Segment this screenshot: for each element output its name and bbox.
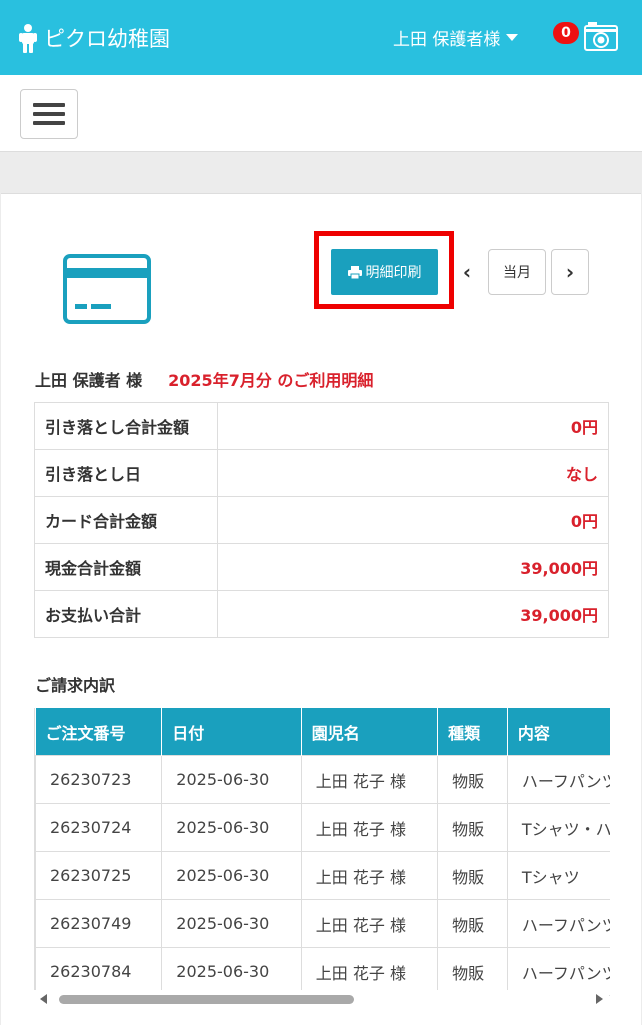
- type-cell: 物販: [437, 947, 508, 996]
- user-name: 上田 保護者様: [393, 30, 501, 50]
- payment-summary-table: 引き落とし合計金額 0円 引き落とし日 なし カード合計金額 0円 現金合計金額 39,000…: [34, 402, 609, 638]
- content-cell: ハーフパンツ: [506, 947, 610, 996]
- order-number-cell: 26230725: [35, 851, 163, 900]
- content-header[interactable]: 内容: [507, 708, 610, 756]
- summary-row: お支払い合計 39,000円: [34, 590, 609, 638]
- content-cell: Tシャツ: [506, 851, 610, 900]
- type-header[interactable]: 種類: [437, 708, 508, 756]
- summary-row: 引き落とし合計金額 0円: [34, 402, 609, 450]
- child-name-cell: 上田 花子 様: [300, 899, 439, 948]
- type-cell: 物販: [437, 899, 508, 948]
- child-name-cell: 上田 花子 様: [300, 803, 439, 852]
- summary-label: カード合計金額: [34, 496, 218, 544]
- guardian-name: 上田 保護者 様: [35, 371, 143, 390]
- summary-value: 0円: [217, 402, 609, 450]
- next-month-button[interactable]: ›: [551, 249, 589, 295]
- scroll-right-icon[interactable]: [596, 994, 603, 1004]
- camera-icon[interactable]: [584, 20, 618, 52]
- print-button-label: 明細印刷: [365, 265, 422, 281]
- date-cell: 2025-06-30: [161, 755, 302, 804]
- summary-value: なし: [217, 449, 609, 497]
- brand-link[interactable]: ピクロ幼稚園: [18, 23, 170, 53]
- print-statement-button[interactable]: 明細印刷: [331, 249, 438, 295]
- child-icon: [19, 23, 37, 53]
- type-cell: 物販: [437, 851, 508, 900]
- date-cell: 2025-06-30: [161, 803, 302, 852]
- statement-period: 2025年7月分 のご利用明細: [168, 371, 374, 390]
- content-cell: ハーフパンツ: [506, 899, 610, 948]
- credit-card-icon: [63, 254, 151, 324]
- summary-label: お支払い合計: [34, 590, 218, 638]
- top-navbar: ピクロ幼稚園 上田 保護者様 0: [0, 0, 642, 75]
- order-number-cell: 26230784: [35, 947, 163, 996]
- order-number-cell: 26230723: [35, 755, 163, 804]
- table-row: 26230749 2025-06-30 上田 花子 様物販 ハーフパンツ: [35, 899, 610, 948]
- table-row: 262307242025-06-30上田 花子 様物販Tシャツ・ハーフパンツ: [35, 803, 610, 852]
- table-row: 26230725 2025-06-30 上田 花子 様物販 Tシャツ: [35, 851, 610, 900]
- menu-line: [33, 112, 65, 116]
- date-cell: 2025-06-30: [161, 947, 302, 996]
- child-name-header[interactable]: 園児名: [301, 708, 439, 756]
- menu-line: [33, 103, 65, 107]
- content-cell: ハーフパンツ: [506, 755, 610, 804]
- child-name-cell: 上田 花子 様: [300, 851, 439, 900]
- content-cell: Tシャツ・ハーフパンツ: [506, 803, 610, 852]
- orders-table-scroll[interactable]: ご注文番号 日付 園児名 種類 内容 26230723 2025-06-30 上田 花子 様…: [34, 708, 610, 1008]
- child-name-cell: 上田 花子 様: [300, 947, 439, 996]
- summary-row: カード合計金額 0円: [34, 496, 609, 544]
- statement-heading: 上田 保護者 様 2025年7月分 のご利用明細: [35, 367, 373, 391]
- statement-panel: 明細印刷 ‹ 当月 › 上田 保護者 様 2025年7月分 のご利用明細 引き落…: [1, 193, 641, 1025]
- breakdown-heading: ご請求内訳: [35, 676, 116, 695]
- app-name: ピクロ幼稚園: [44, 26, 170, 51]
- sub-toolbar: [0, 75, 642, 152]
- date-header[interactable]: 日付: [161, 708, 302, 756]
- summary-label: 引き落とし合計金額: [34, 402, 218, 450]
- child-name-cell: 上田 花子 様: [300, 755, 439, 804]
- summary-label: 現金合計金額: [34, 543, 218, 591]
- user-menu-dropdown[interactable]: 上田 保護者様: [393, 25, 519, 50]
- order-number-cell: 26230749: [35, 899, 163, 948]
- chevron-left-icon: ‹: [462, 260, 472, 284]
- notification-badge[interactable]: 0: [553, 22, 579, 44]
- type-cell: 物販: [437, 803, 508, 852]
- table-row: 26230784 2025-06-30 上田 花子 様物販 ハーフパンツ: [35, 947, 610, 996]
- caret-down-icon: [506, 34, 519, 41]
- previous-month-button[interactable]: ‹: [453, 249, 481, 295]
- menu-line: [33, 121, 65, 125]
- summary-row: 引き落とし日 なし: [34, 449, 609, 497]
- order-number-cell: 26230724: [35, 803, 163, 852]
- current-month-label: 当月: [503, 265, 531, 281]
- date-cell: 2025-06-30: [161, 851, 302, 900]
- summary-value: 39,000円: [217, 543, 609, 591]
- type-cell: 物販: [437, 755, 508, 804]
- summary-value: 39,000円: [217, 590, 609, 638]
- date-cell: 2025-06-30: [161, 899, 302, 948]
- horizontal-scrollbar[interactable]: [34, 990, 609, 1008]
- printer-icon: [347, 265, 362, 279]
- table-row: 26230723 2025-06-30 上田 花子 様物販 ハーフパンツ: [35, 755, 610, 804]
- chevron-right-icon: ›: [565, 260, 575, 284]
- summary-label: 引き落とし日: [34, 449, 218, 497]
- summary-row: 現金合計金額 39,000円: [34, 543, 609, 591]
- scrollbar-thumb[interactable]: [59, 995, 354, 1004]
- order-number-header[interactable]: ご注文番号: [35, 708, 163, 756]
- scroll-left-icon[interactable]: [40, 994, 47, 1004]
- summary-value: 0円: [217, 496, 609, 544]
- orders-table: ご注文番号 日付 園児名 種類 内容 26230723 2025-06-30 上田 花子 様…: [35, 708, 610, 996]
- current-month-button[interactable]: 当月: [488, 249, 546, 295]
- hamburger-menu-button[interactable]: [20, 89, 78, 139]
